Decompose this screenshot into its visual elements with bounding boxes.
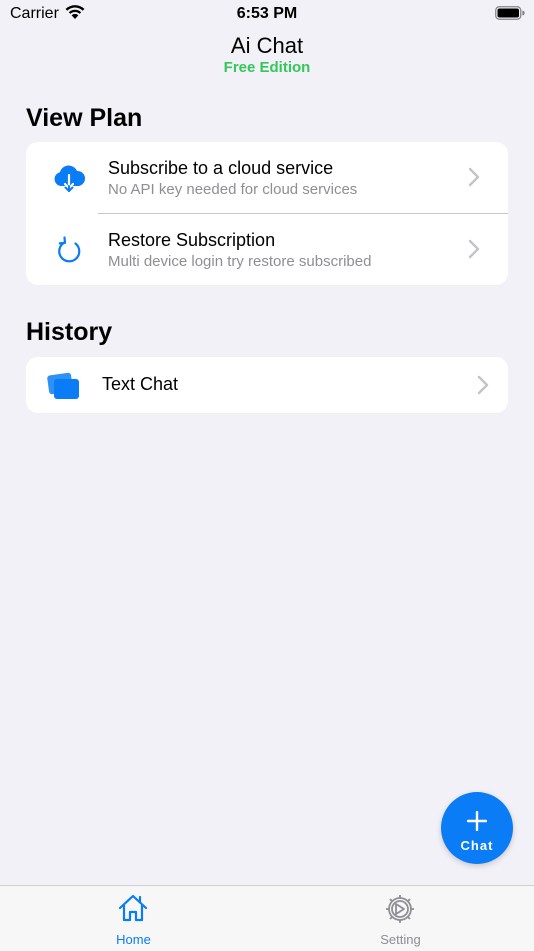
text-chat-title: Text Chat <box>102 374 179 394</box>
view-plan-card: Subscribe to a cloud service No API key … <box>26 142 508 285</box>
status-bar: Carrier 6:53 PM <box>0 0 534 28</box>
new-chat-label: Chat <box>460 838 494 853</box>
chat-cards-icon <box>47 372 81 405</box>
history-heading: History <box>26 318 113 346</box>
tab-bar: Home Setting <box>0 885 534 951</box>
subscribe-cloud-subtitle: No API key needed for cloud services <box>108 181 358 198</box>
chevron-right-icon <box>477 375 489 400</box>
cloud-download-icon <box>52 164 86 197</box>
house-icon <box>117 893 149 928</box>
view-plan-heading: View Plan <box>26 104 143 132</box>
app-title: Ai Chat <box>230 33 304 58</box>
subscribe-cloud-title: Subscribe to a cloud service <box>108 158 334 178</box>
edition-subtitle: Free Edition <box>223 59 311 76</box>
tab-setting-label: Setting <box>380 932 421 947</box>
plus-icon <box>466 810 488 836</box>
restore-subscription-row[interactable]: Restore Subscription Multi device login … <box>26 214 508 285</box>
chevron-right-icon <box>468 167 480 192</box>
status-time: 6:53 PM <box>236 5 298 22</box>
history-card: Text Chat <box>26 357 508 413</box>
new-chat-button[interactable]: Chat <box>441 792 513 864</box>
gear-icon <box>384 893 416 930</box>
restore-subscription-subtitle: Multi device login try restore subscribe… <box>108 253 372 270</box>
refresh-icon <box>56 234 84 269</box>
chevron-right-icon <box>468 239 480 264</box>
tab-home-label: Home <box>116 932 151 947</box>
subscribe-cloud-row[interactable]: Subscribe to a cloud service No API key … <box>26 142 508 213</box>
text-chat-row[interactable]: Text Chat <box>26 357 508 413</box>
tab-setting[interactable]: Setting <box>267 886 534 951</box>
battery-icon <box>495 6 525 25</box>
tab-home[interactable]: Home <box>0 886 267 951</box>
restore-subscription-title: Restore Subscription <box>108 230 276 250</box>
